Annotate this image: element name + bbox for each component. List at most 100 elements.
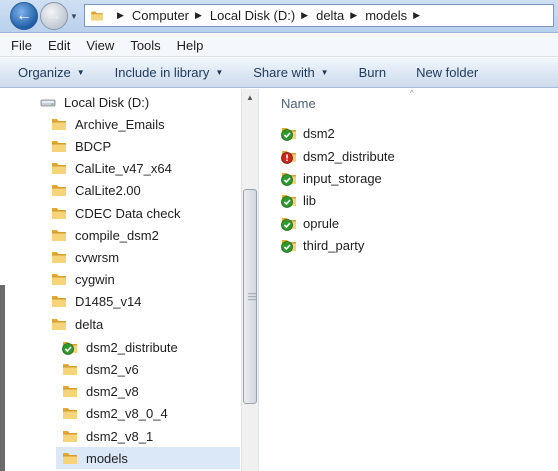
- list-item-label: third_party: [303, 237, 365, 253]
- list-item-input-storage[interactable]: input_storage: [281, 168, 382, 188]
- folder-icon: [62, 361, 78, 377]
- breadcrumb-computer[interactable]: Computer ▶: [132, 8, 210, 23]
- tree-item-label: BDCP: [75, 138, 112, 154]
- tree-item-local-disk[interactable]: Local Disk (D:): [40, 91, 149, 113]
- folder-icon: [51, 271, 67, 287]
- back-button[interactable]: ←: [10, 2, 38, 30]
- folder-icon: [51, 316, 67, 332]
- address-area: ← → ▼ ▶ Computer ▶ Local Disk (D:) ▶ delta…: [0, 0, 558, 33]
- breadcrumb-separator-icon[interactable]: ▶: [413, 10, 420, 21]
- tree-item-label: D1485_v14: [75, 293, 142, 309]
- tree-item-dsm2-v6[interactable]: dsm2_v6: [62, 358, 139, 380]
- scroll-up-icon[interactable]: ▲: [242, 89, 258, 106]
- tree-item-label: models: [86, 450, 128, 466]
- breadcrumb-local-disk[interactable]: Local Disk (D:) ▶: [210, 8, 316, 23]
- folder-icon: [51, 160, 67, 176]
- folder-icon: [62, 383, 78, 399]
- share-with-button[interactable]: Share with ▼: [253, 65, 328, 80]
- menu-edit[interactable]: Edit: [48, 38, 70, 53]
- folder-ok-icon: [281, 237, 297, 253]
- recent-pages-dropdown-icon[interactable]: ▼: [70, 12, 78, 21]
- tree-item-label: Archive_Emails: [75, 116, 165, 132]
- list-item-lib[interactable]: lib: [281, 190, 316, 210]
- list-item-dsm2-distribute[interactable]: dsm2_distribute: [281, 146, 395, 166]
- tree-item-label: dsm2_v6: [86, 361, 139, 377]
- tree-item-cvwrsm[interactable]: cvwrsm: [51, 246, 119, 268]
- chevron-down-icon: ▼: [320, 68, 329, 77]
- grip-icon: — — —: [248, 289, 256, 304]
- breadcrumb-delta[interactable]: delta ▶: [316, 8, 365, 23]
- folder-ok-icon: [281, 125, 297, 141]
- folder-icon: [62, 428, 78, 444]
- tree-item-callite-v47[interactable]: CalLite_v47_x64: [51, 157, 172, 179]
- breadcrumb-separator-icon[interactable]: ▶: [350, 10, 357, 21]
- breadcrumb-separator-icon[interactable]: ▶: [301, 10, 308, 21]
- menu-tools[interactable]: Tools: [130, 38, 160, 53]
- include-in-library-button[interactable]: Include in library ▼: [115, 65, 224, 80]
- tree-item-compile-dsm2[interactable]: compile_dsm2: [51, 224, 159, 246]
- folder-icon: [51, 138, 67, 154]
- tree-item-cygwin[interactable]: cygwin: [51, 268, 115, 290]
- folder-icon: [89, 9, 105, 22]
- tree-item-label: dsm2_v8_1: [86, 428, 154, 444]
- forward-button[interactable]: →: [40, 2, 68, 30]
- chevron-down-icon: ▼: [215, 68, 224, 77]
- breadcrumb-separator-icon[interactable]: ▶: [195, 10, 202, 21]
- chevron-down-icon: ▼: [76, 68, 85, 77]
- list-item-label: input_storage: [303, 170, 382, 186]
- tree-item-dsm2-v8-0-4[interactable]: dsm2_v8_0_4: [62, 402, 168, 424]
- scroll-thumb[interactable]: — — —: [243, 189, 257, 404]
- tree-item-bdcp[interactable]: BDCP: [51, 135, 111, 157]
- tree-item-label: CalLite_v47_x64: [75, 160, 172, 176]
- tree-item-label: delta: [75, 316, 104, 332]
- tree-item-callite2[interactable]: CalLite2.00: [51, 179, 141, 201]
- list-item-label: oprule: [303, 215, 340, 231]
- tree-item-archive-emails[interactable]: Archive_Emails: [51, 113, 165, 135]
- list-item-oprule[interactable]: oprule: [281, 213, 339, 233]
- burn-button[interactable]: Burn: [359, 65, 386, 80]
- drive-icon: [40, 94, 56, 110]
- menu-file[interactable]: File: [11, 38, 32, 53]
- address-bar[interactable]: ▶ Computer ▶ Local Disk (D:) ▶ delta ▶ mode…: [84, 4, 554, 27]
- breadcrumb-separator-icon[interactable]: ▶: [117, 10, 124, 21]
- breadcrumb-models[interactable]: models ▶: [365, 8, 428, 23]
- tree-item-label: cvwrsm: [75, 249, 120, 265]
- command-bar: Organize ▼ Include in library ▼ Share with…: [0, 58, 558, 88]
- new-folder-button[interactable]: New folder: [416, 65, 478, 80]
- menu-view[interactable]: View: [86, 38, 114, 53]
- list-item-third-party[interactable]: third_party: [281, 235, 364, 255]
- tree-item-label: Local Disk (D:): [64, 94, 150, 110]
- organize-button[interactable]: Organize ▼: [18, 65, 85, 80]
- sort-indicator-icon: ^: [410, 89, 414, 98]
- tree-item-delta[interactable]: delta: [51, 313, 103, 335]
- folder-icon: [62, 450, 78, 466]
- folder-ok-icon: [281, 215, 297, 231]
- tree-item-label: cygwin: [75, 271, 115, 287]
- list-item-label: lib: [303, 192, 317, 208]
- tree-item-label: dsm2_v8: [86, 383, 139, 399]
- tree-item-models[interactable]: models: [56, 447, 240, 469]
- tree-item-dsm2-v8-1[interactable]: dsm2_v8_1: [62, 425, 153, 447]
- tree-item-dsm2-v8[interactable]: dsm2_v8: [62, 380, 139, 402]
- menu-help[interactable]: Help: [177, 38, 204, 53]
- tree-item-d1485[interactable]: D1485_v14: [51, 290, 142, 312]
- menu-bar: File Edit View Tools Help: [0, 34, 558, 57]
- tree-item-dsm2-distribute[interactable]: dsm2_distribute: [62, 336, 178, 358]
- tree-item-label: compile_dsm2: [75, 227, 159, 243]
- folder-ok-icon: [62, 339, 78, 355]
- list-item-label: dsm2_distribute: [303, 148, 395, 164]
- folder-icon: [51, 205, 67, 221]
- folder-icon: [62, 405, 78, 421]
- tree-item-label: CalLite2.00: [75, 182, 141, 198]
- tree-item-label: CDEC Data check: [75, 205, 181, 221]
- folder-icon: [51, 227, 67, 243]
- folder-icon: [51, 293, 67, 309]
- nav-scrollbar[interactable]: ▲ — — —: [241, 89, 258, 471]
- column-header-name[interactable]: Name: [281, 96, 316, 111]
- tree-item-cdec-data-check[interactable]: CDEC Data check: [51, 202, 180, 224]
- list-item-dsm2[interactable]: dsm2: [281, 123, 335, 143]
- folder-icon: [51, 249, 67, 265]
- folder-ok-icon: [281, 170, 297, 186]
- list-item-label: dsm2: [303, 125, 335, 141]
- window-edge: [0, 285, 5, 471]
